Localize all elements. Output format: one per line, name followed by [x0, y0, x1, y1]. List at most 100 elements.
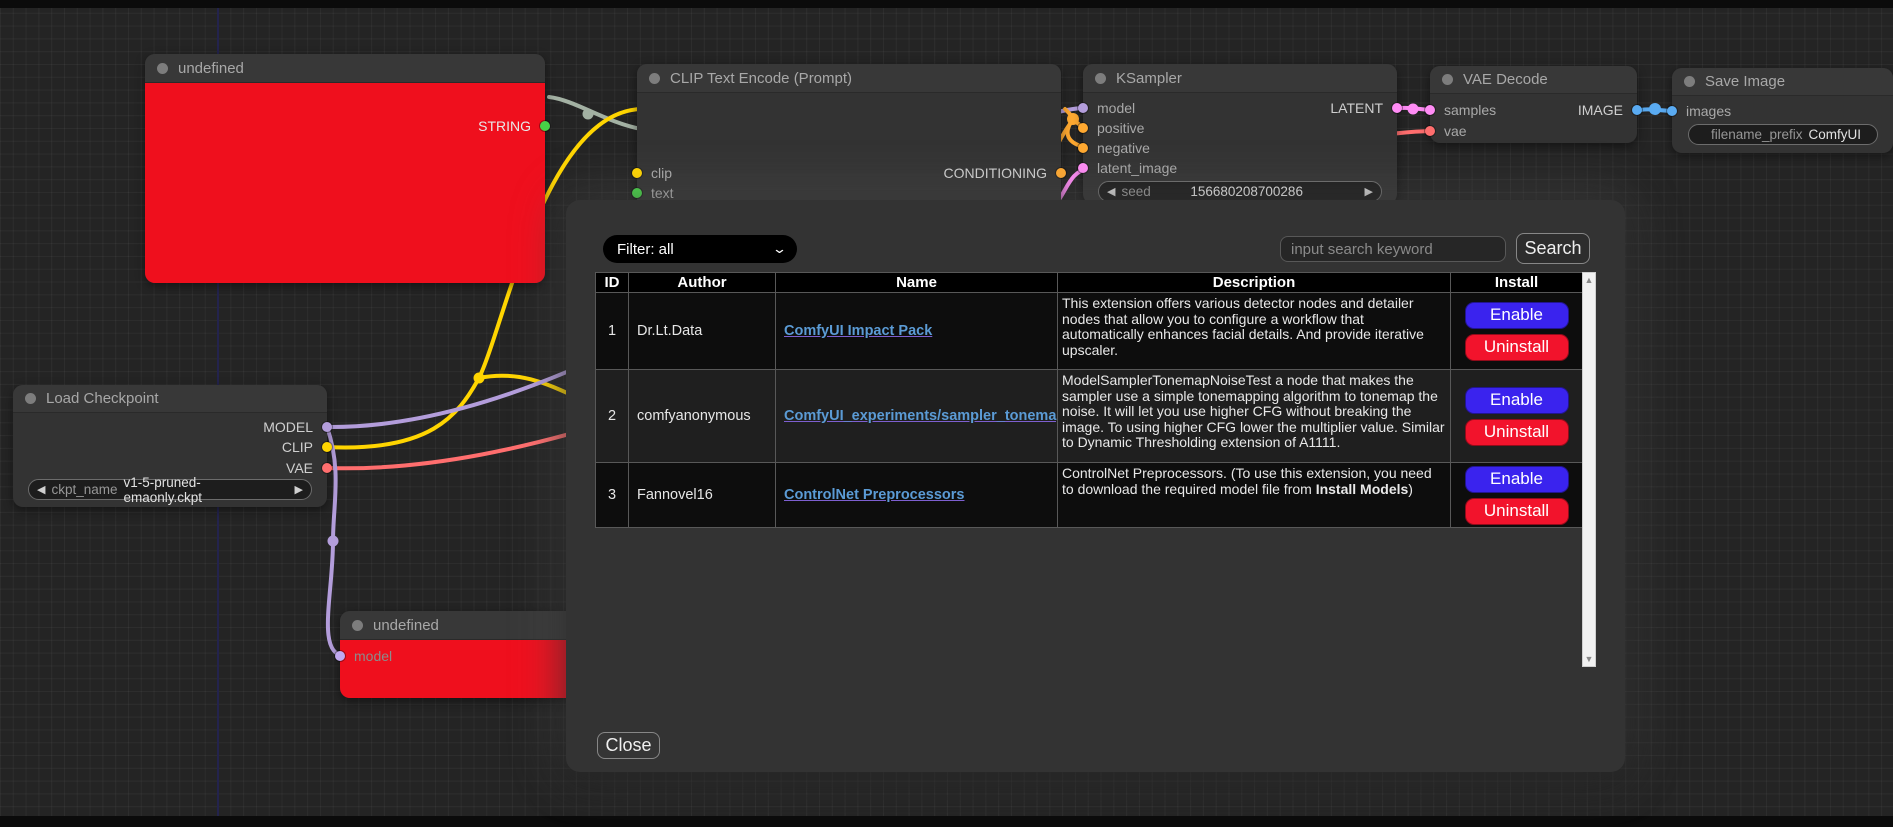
enable-button[interactable]: Enable: [1465, 387, 1569, 414]
image-output-dot[interactable]: [1632, 105, 1642, 115]
input-slot-clip[interactable]: clip: [632, 165, 672, 181]
widget-value: v1-5-pruned-emaonly.ckpt: [124, 475, 295, 505]
filter-selected-value: Filter: all: [617, 241, 674, 258]
string-output-dot[interactable]: [540, 121, 550, 131]
slot-label: model: [1097, 100, 1135, 116]
node-title-bar[interactable]: KSampler: [1083, 64, 1397, 93]
input-slot-model[interactable]: model: [1078, 100, 1135, 116]
node-ksampler[interactable]: KSampler model positive negative latent_…: [1083, 64, 1397, 204]
uninstall-button[interactable]: Uninstall: [1465, 419, 1569, 446]
extension-link[interactable]: ControlNet Preprocessors: [784, 487, 965, 503]
node-vae-decode[interactable]: VAE Decode samples vae IMAGE: [1430, 66, 1637, 143]
slot-label: CONDITIONING: [944, 165, 1047, 181]
node-title-bar[interactable]: CLIP Text Encode (Prompt): [637, 64, 1061, 93]
node-title-bar[interactable]: undefined: [145, 54, 545, 83]
slot-label: vae: [1444, 123, 1467, 139]
node-title-bar[interactable]: Load Checkpoint: [13, 385, 327, 413]
scroll-up-icon[interactable]: ▲: [1585, 273, 1594, 287]
input-slot-samples[interactable]: samples: [1425, 102, 1496, 118]
canvas-top-edge: [0, 0, 1893, 8]
node-collapse-dot-icon[interactable]: [649, 73, 660, 84]
decrement-arrow-icon[interactable]: ◀: [1107, 185, 1115, 198]
input-slot-negative[interactable]: negative: [1078, 140, 1150, 156]
vae-output-dot[interactable]: [322, 463, 332, 473]
positive-input-dot[interactable]: [1078, 123, 1088, 133]
samples-input-dot[interactable]: [1425, 105, 1435, 115]
increment-arrow-icon[interactable]: ▶: [295, 483, 303, 496]
uninstall-button[interactable]: Uninstall: [1465, 334, 1569, 361]
extension-link[interactable]: ComfyUI Impact Pack: [784, 323, 932, 339]
slot-label: LATENT: [1330, 100, 1383, 116]
node-collapse-dot-icon[interactable]: [352, 620, 363, 631]
model-output-dot[interactable]: [322, 422, 332, 432]
input-slot-latent-image[interactable]: latent_image: [1078, 160, 1177, 176]
header-id: ID: [596, 272, 629, 293]
conditioning-output-dot[interactable]: [1056, 168, 1066, 178]
node-collapse-dot-icon[interactable]: [157, 63, 168, 74]
slot-label: samples: [1444, 102, 1496, 118]
input-slot-vae[interactable]: vae: [1425, 123, 1467, 139]
input-slot-images[interactable]: images: [1667, 103, 1731, 119]
output-slot-image[interactable]: IMAGE: [1578, 102, 1642, 118]
latent-output-dot[interactable]: [1392, 103, 1402, 113]
model-input-dot[interactable]: [1078, 103, 1088, 113]
input-slot-text[interactable]: text: [632, 185, 674, 201]
slot-label: positive: [1097, 120, 1144, 136]
node-title: Load Checkpoint: [46, 390, 159, 407]
enable-button[interactable]: Enable: [1465, 466, 1569, 493]
chevron-down-icon: ⌄: [772, 241, 787, 257]
slot-label: clip: [651, 165, 672, 181]
header-description: Description: [1058, 272, 1451, 293]
cell-install: Enable Uninstall: [1451, 370, 1583, 463]
latent-image-input-dot[interactable]: [1078, 163, 1088, 173]
header-author: Author: [629, 272, 776, 293]
output-slot-model[interactable]: MODEL: [263, 419, 332, 435]
output-slot-string[interactable]: STRING: [478, 118, 550, 134]
seed-widget[interactable]: ◀ seed 156680208700286 ▶: [1098, 181, 1382, 202]
node-collapse-dot-icon[interactable]: [1684, 76, 1695, 87]
uninstall-button[interactable]: Uninstall: [1465, 498, 1569, 525]
text-input-dot[interactable]: [632, 188, 642, 198]
node-undefined-string[interactable]: undefined STRING: [145, 54, 545, 283]
node-title-bar[interactable]: Save Image: [1672, 68, 1893, 96]
ckpt-name-widget[interactable]: ◀ ckpt_name v1-5-pruned-emaonly.ckpt ▶: [28, 479, 312, 500]
node-collapse-dot-icon[interactable]: [1442, 74, 1453, 85]
extension-link[interactable]: ComfyUI_experiments/sampler_tonemap: [784, 408, 1058, 424]
search-button[interactable]: Search: [1516, 233, 1590, 264]
node-undefined-model[interactable]: undefined model: [340, 611, 600, 698]
node-collapse-dot-icon[interactable]: [1095, 73, 1106, 84]
vae-input-dot[interactable]: [1425, 126, 1435, 136]
filename-prefix-widget[interactable]: filename_prefix ComfyUI: [1688, 124, 1878, 145]
decrement-arrow-icon[interactable]: ◀: [37, 483, 45, 496]
close-button[interactable]: Close: [597, 732, 660, 759]
slot-label: images: [1686, 103, 1731, 119]
model-input-dot[interactable]: [335, 651, 345, 661]
scroll-down-icon[interactable]: ▼: [1585, 652, 1594, 666]
input-slot-model[interactable]: model: [335, 648, 392, 664]
widget-label: filename_prefix: [1711, 127, 1803, 142]
node-title: Save Image: [1705, 73, 1785, 90]
clip-input-dot[interactable]: [632, 168, 642, 178]
canvas-bottom-edge: [0, 816, 1893, 827]
node-clip-text-encode[interactable]: CLIP Text Encode (Prompt) clip text COND…: [637, 64, 1061, 214]
cell-author: Fannovel16: [629, 463, 776, 528]
node-collapse-dot-icon[interactable]: [25, 393, 36, 404]
slot-label: negative: [1097, 140, 1150, 156]
increment-arrow-icon[interactable]: ▶: [1365, 185, 1373, 198]
slot-label: MODEL: [263, 419, 313, 435]
filter-select[interactable]: Filter: all ⌄: [603, 235, 797, 263]
node-save-image[interactable]: Save Image images filename_prefix ComfyU…: [1672, 68, 1893, 153]
output-slot-clip[interactable]: CLIP: [282, 439, 332, 455]
table-scrollbar[interactable]: ▲ ▼: [1582, 272, 1596, 667]
images-input-dot[interactable]: [1667, 106, 1677, 116]
enable-button[interactable]: Enable: [1465, 302, 1569, 329]
node-load-checkpoint[interactable]: Load Checkpoint MODEL CLIP VAE ◀ ckpt_na…: [13, 385, 327, 507]
output-slot-latent[interactable]: LATENT: [1330, 100, 1402, 116]
clip-output-dot[interactable]: [322, 442, 332, 452]
search-input[interactable]: [1280, 236, 1506, 262]
negative-input-dot[interactable]: [1078, 143, 1088, 153]
output-slot-conditioning[interactable]: CONDITIONING: [944, 165, 1066, 181]
node-title-bar[interactable]: undefined: [340, 611, 600, 640]
input-slot-positive[interactable]: positive: [1078, 120, 1144, 136]
node-title-bar[interactable]: VAE Decode: [1430, 66, 1637, 94]
